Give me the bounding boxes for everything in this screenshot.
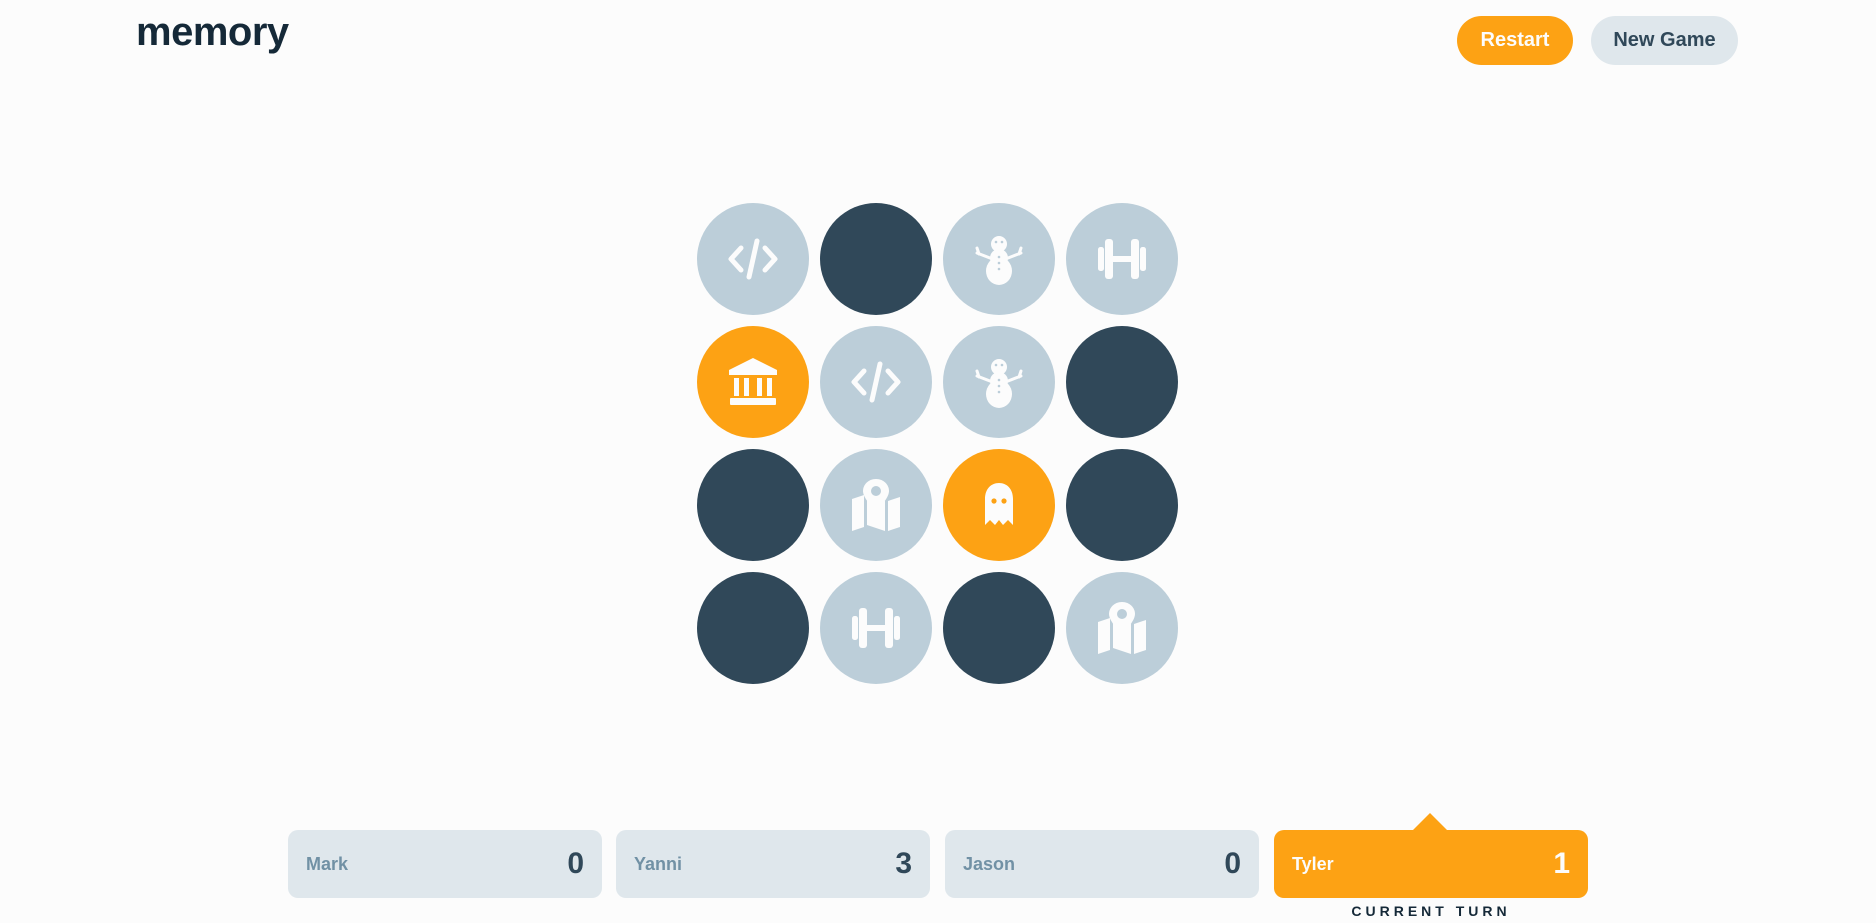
tile-r4-c1[interactable] <box>697 572 809 684</box>
player-name: Tyler <box>1292 853 1334 874</box>
player-score: 3 <box>895 847 912 880</box>
game-logo: memory <box>136 10 289 54</box>
current-turn-label: CURRENT TURN <box>1351 903 1511 919</box>
tile-r3-c3[interactable] <box>943 449 1055 561</box>
tile-r3-c2[interactable] <box>820 449 932 561</box>
ghost-icon <box>971 477 1027 533</box>
tile-r2-c1[interactable] <box>697 326 809 438</box>
dumbbell-icon <box>1094 231 1150 287</box>
tile-r1-c2[interactable] <box>820 203 932 315</box>
player-score: 0 <box>567 847 584 880</box>
snowman-icon <box>971 354 1027 410</box>
tile-r2-c3[interactable] <box>943 326 1055 438</box>
player-score: 0 <box>1224 847 1241 880</box>
player-name: Mark <box>306 853 349 874</box>
code-icon <box>848 354 904 410</box>
tile-r1-c4[interactable] <box>1066 203 1178 315</box>
map-location-icon <box>848 477 904 533</box>
player-card-yanni: Yanni 3 <box>616 830 930 898</box>
tile-r2-c4[interactable] <box>1066 326 1178 438</box>
code-icon <box>725 231 781 287</box>
tile-r2-c2[interactable] <box>820 326 932 438</box>
landmark-icon <box>725 354 781 410</box>
map-location-icon <box>1094 600 1150 656</box>
player-card-mark: Mark 0 <box>288 830 602 898</box>
tile-r4-c4[interactable] <box>1066 572 1178 684</box>
player-name: Yanni <box>634 853 683 874</box>
new-game-button[interactable]: New Game <box>1591 16 1738 65</box>
tile-r3-c4[interactable] <box>1066 449 1178 561</box>
player-card-jason: Jason 0 <box>945 830 1259 898</box>
tile-r4-c2[interactable] <box>820 572 932 684</box>
player-name: Jason <box>963 853 1016 874</box>
player-score: 1 <box>1553 847 1570 880</box>
tile-r1-c3[interactable] <box>943 203 1055 315</box>
tile-r3-c1[interactable] <box>697 449 809 561</box>
restart-button[interactable]: Restart <box>1457 16 1573 65</box>
snowman-icon <box>971 231 1027 287</box>
player-card-tyler: Tyler 1 <box>1274 830 1588 898</box>
tile-r1-c1[interactable] <box>697 203 809 315</box>
current-turn-pointer <box>1412 813 1448 831</box>
dumbbell-icon <box>848 600 904 656</box>
tile-r4-c3[interactable] <box>943 572 1055 684</box>
